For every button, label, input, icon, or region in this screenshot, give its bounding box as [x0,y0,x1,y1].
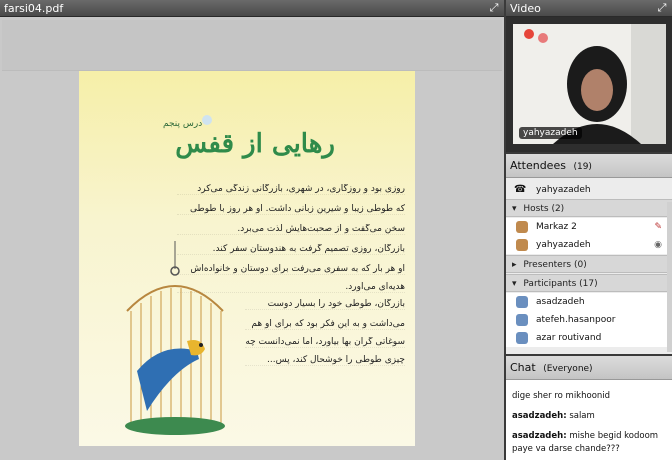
participant-avatar-icon [516,296,528,308]
chat-author: asadzadeh: [512,431,567,441]
chevron-right-icon: ▸ [512,260,517,270]
video-pod: Video ⤢ yahyazadeh [506,0,672,152]
participants-section[interactable]: ▾ Participants (17) [506,274,672,292]
document-toolbar-area [2,20,502,71]
participant-name: atefeh.hasanpoor [536,315,616,325]
participant-avatar-icon [516,332,528,344]
host-avatar-icon [516,221,528,233]
flower-icon [202,115,212,125]
host-row[interactable]: yahyazadeh ◉ [506,236,672,254]
document-pod: farsi04.pdf ⤢ درس پنجم رهایی از قفس روزی… [0,0,504,460]
host-name: yahyazadeh [536,240,591,250]
participant-name: azar routivand [536,333,602,343]
birdcage-illustration [125,241,225,435]
text-line: بازرگان، طوطی خود را بسیار دوست [245,299,405,310]
expand-icon[interactable]: ⤢ [656,2,668,14]
text-line: سخن می‌گفت و از صحبت‌هایش لذت می‌برد. [177,224,405,235]
host-row[interactable]: Markaz 2 ✎ [506,218,672,236]
chat-pod-header: Chat (Everyone) [506,356,672,380]
speaker-video-image [513,24,666,144]
host-avatar-icon [516,239,528,251]
presenters-section[interactable]: ▸ Presenters (0) [506,255,672,273]
microphone-icon: ◉ [654,240,662,250]
attendees-title: Attendees [510,159,566,172]
text-line: می‌داشت و به این فکر بود که برای او هم [245,319,405,330]
page-title: رهایی از قفس [175,129,335,159]
expand-icon[interactable]: ⤢ [488,2,500,14]
chat-scope: (Everyone) [543,364,593,374]
lesson-label: درس پنجم [163,119,203,129]
chat-text: dige sher ro mikhoonid [512,391,611,401]
current-user-name: yahyazadeh [536,185,591,195]
participant-row[interactable]: asadzadeh [506,293,672,311]
host-name: Markaz 2 [536,222,577,232]
chat-pod: Chat (Everyone) dige sher ro mikhoonid a… [506,356,672,460]
attendees-pod-header: Attendees (19) [506,154,672,178]
attendees-scrollbar[interactable] [667,202,672,352]
chat-message: dige sher ro mikhoonid [512,390,668,403]
chat-message: asadzadeh: salam [512,410,668,423]
phone-icon: ☎ [514,184,527,195]
participant-name: asadzadeh [536,297,585,307]
participant-row[interactable]: azar routivand [506,329,672,347]
chat-message: asadzadeh: mishe begid kodoom paye va da… [512,430,668,456]
document-title: farsi04.pdf [4,2,64,15]
video-feed: yahyazadeh [513,24,666,144]
participant-avatar-icon [516,314,528,326]
text-line: که طوطی زیبا و شیرین زبانی داشت. او هر ر… [177,204,405,215]
chevron-down-icon: ▾ [512,279,517,289]
attendees-pod: Attendees (19) ☎ yahyazadeh ▾ Hosts (2) … [506,154,672,354]
video-title: Video [510,2,541,15]
hosts-label: Hosts (2) [523,204,565,214]
speaker-name: yahyazadeh [519,127,582,139]
participants-label: Participants (17) [523,279,598,289]
microphone-muted-icon: ✎ [654,222,662,232]
chat-title: Chat [510,361,536,374]
current-user-row[interactable]: ☎ yahyazadeh [506,181,672,199]
video-pod-header: Video ⤢ [506,0,672,17]
document-pod-header: farsi04.pdf ⤢ [0,0,504,17]
participant-row[interactable]: atefeh.hasanpoor [506,311,672,329]
hosts-section[interactable]: ▾ Hosts (2) [506,199,672,217]
document-page: درس پنجم رهایی از قفس روزی بود و روزگاری… [79,71,415,446]
presenters-label: Presenters (0) [523,260,587,270]
chevron-down-icon: ▾ [512,204,517,214]
text-line: روزی بود و روزگاری، در شهری، بازرگانی زن… [177,184,405,195]
text-line: چیزی طوطی را خوشحال کند، پس... [245,355,405,366]
text-line: سوغاتی گران بها بیاورد، اما نمی‌دانست چه [245,337,405,348]
attendees-count: (19) [573,162,592,172]
chat-text: salam [569,411,595,421]
chat-author: asadzadeh: [512,411,567,421]
